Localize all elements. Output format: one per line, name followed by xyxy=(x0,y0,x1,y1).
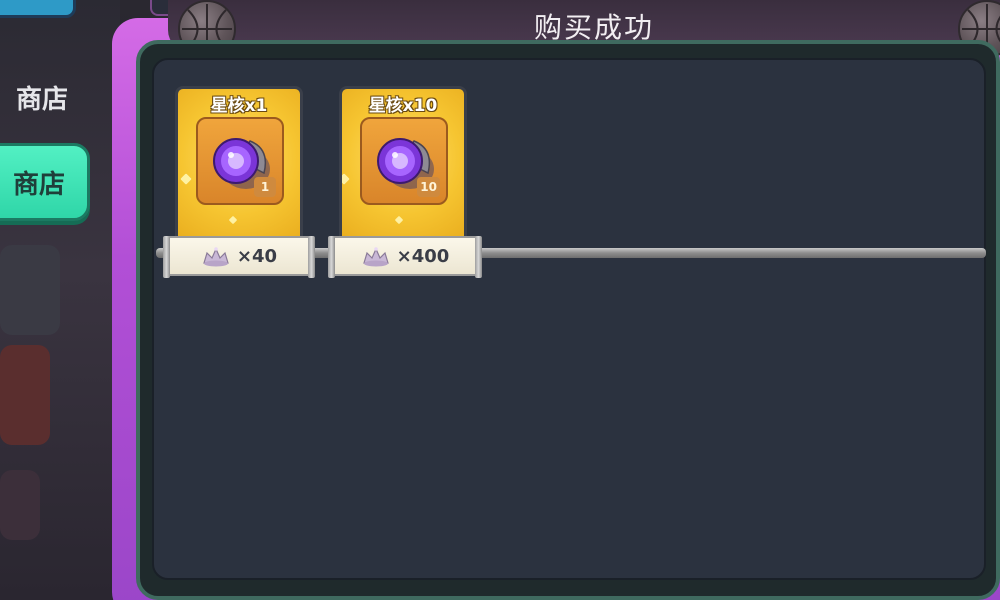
item-card[interactable]: 星核x1 1 xyxy=(175,86,303,244)
price-tag-end xyxy=(328,236,335,278)
item-price: ×400 xyxy=(396,245,450,267)
item-card[interactable]: 星核x10 10 xyxy=(339,86,467,244)
sidebar-tab-shop[interactable]: 商店 xyxy=(0,58,90,136)
sparkle-icon xyxy=(342,173,350,185)
sidebar-blurred-item xyxy=(0,245,60,335)
sidebar-tab-shop-active[interactable]: 商店 xyxy=(0,143,90,221)
item-price-tag: ×400 xyxy=(328,236,482,278)
item-quantity-badge: 10 xyxy=(417,177,440,197)
sidebar-blurred-item xyxy=(0,345,50,445)
sparkle-icon xyxy=(228,215,238,225)
item-price-tag: ×40 xyxy=(163,236,315,278)
price-tag-end xyxy=(475,236,482,278)
sidebar-tab-label: 商店 xyxy=(15,84,68,115)
item-name: 星核x1 xyxy=(210,96,268,116)
sparkle-icon xyxy=(394,215,404,225)
price-tag-end xyxy=(308,236,315,278)
star-crown-currency-icon xyxy=(203,247,229,267)
sparkle-icon xyxy=(180,173,192,185)
star-crown-currency-icon xyxy=(362,247,389,267)
sidebar-blurred-item xyxy=(0,470,40,540)
shop-sidebar: 商店 商店 xyxy=(0,0,120,600)
sidebar-top-button[interactable] xyxy=(0,0,76,18)
sidebar-tab-label: 商店 xyxy=(12,169,65,200)
item-quantity-badge: 1 xyxy=(254,177,276,197)
price-tag-end xyxy=(163,236,170,278)
item-price: ×40 xyxy=(236,245,278,267)
item-name: 星核x10 xyxy=(368,96,438,116)
item-icon-frame: 10 xyxy=(360,117,448,205)
item-icon-frame: 1 xyxy=(196,117,284,205)
game-screen: 商店 商店 购买成功 星核x1 1 ×40 星核x10 10 ×400 xyxy=(0,0,1000,600)
